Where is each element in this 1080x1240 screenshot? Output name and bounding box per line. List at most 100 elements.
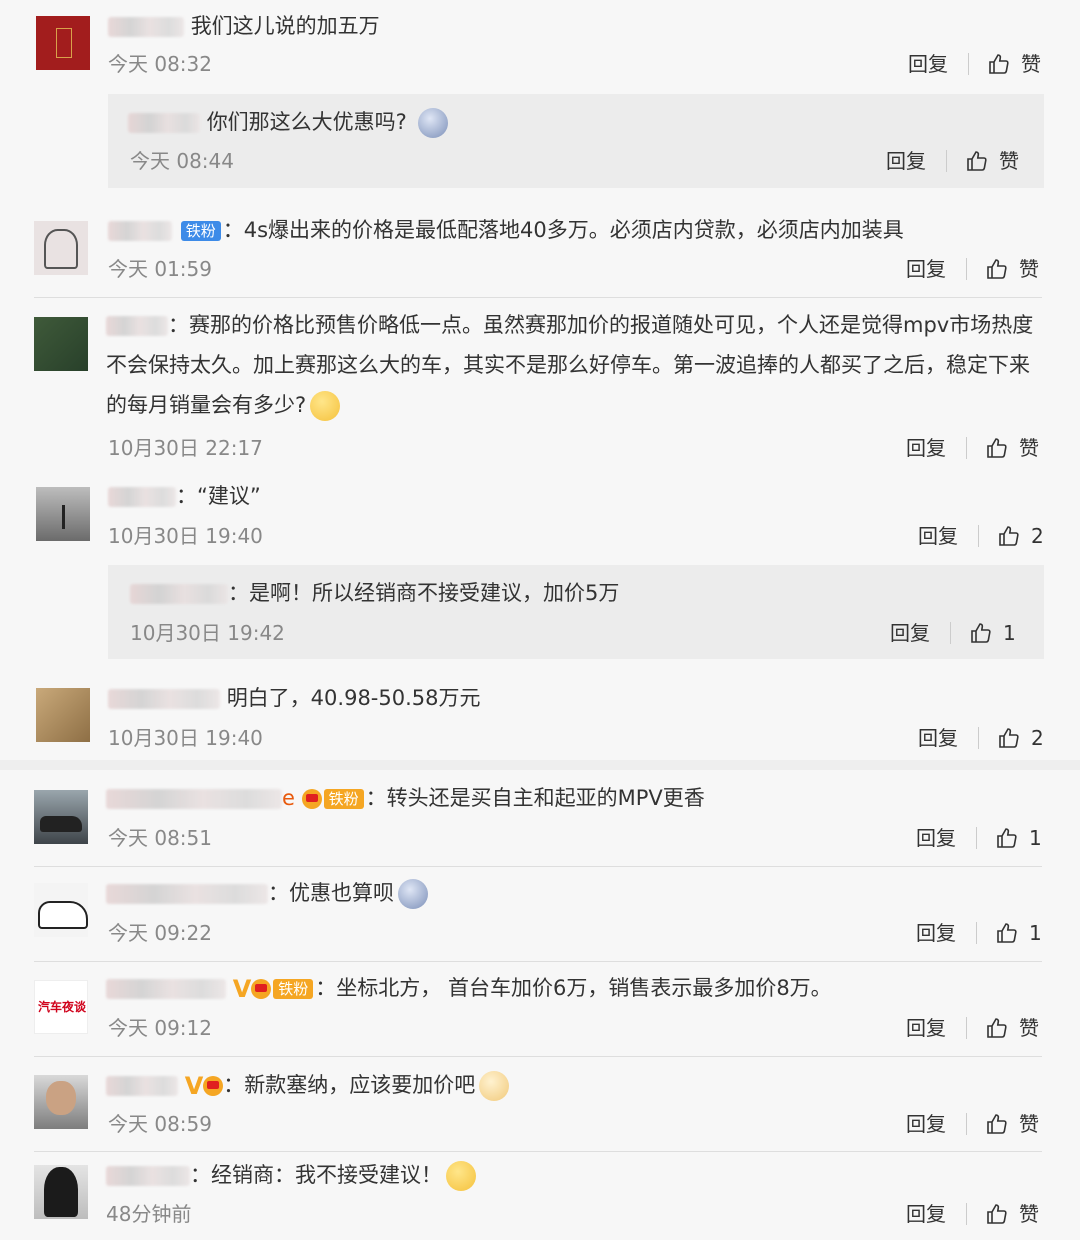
username-blurred[interactable]	[106, 1076, 178, 1096]
username-blurred[interactable]	[108, 17, 184, 37]
comment-time: 今天 08:32	[108, 52, 212, 76]
like-label: 赞	[1019, 1016, 1039, 1040]
reply-button[interactable]: 回复	[906, 434, 946, 462]
comment-list: 我们这儿说的加五万 今天 08:32 回复 赞 你们那这么大优惠吗? 今天 08…	[0, 0, 1080, 1240]
comment-time: 10月30日 19:40	[108, 726, 263, 750]
like-button[interactable]: 2	[997, 522, 1044, 550]
divider	[946, 150, 947, 172]
comment-text: “建议”	[197, 484, 261, 508]
thumbs-up-icon	[987, 1114, 1007, 1134]
like-button[interactable]: 赞	[985, 434, 1039, 462]
reply-button[interactable]: 回复	[916, 919, 956, 947]
avatar[interactable]	[34, 1165, 88, 1219]
fan-badge: 铁粉	[180, 221, 221, 241]
like-button[interactable]: 赞	[985, 255, 1039, 283]
reply-button[interactable]: 回复	[918, 724, 958, 752]
reply-button[interactable]: 回复	[890, 619, 930, 647]
divider	[966, 1017, 967, 1039]
username-blurred[interactable]	[108, 689, 220, 709]
divider	[978, 727, 979, 749]
reply-button[interactable]: 回复	[908, 50, 948, 78]
avatar[interactable]: 汽车夜谈	[34, 980, 88, 1034]
comment-item: ：“建议” 10月30日 19:40 回复 2 ：是啊！所以经销商不接受建议，加…	[0, 475, 1080, 665]
fan-badge: 铁粉	[323, 789, 364, 809]
like-button[interactable]: 赞	[985, 1200, 1039, 1228]
thumbs-up-icon	[999, 728, 1019, 748]
comment-item: 明白了，40.98-50.58万元 10月30日 19:40 回复 2	[0, 678, 1080, 758]
like-button[interactable]: 赞	[985, 1110, 1039, 1138]
comment-time: 10月30日 19:40	[108, 524, 263, 548]
thumbs-up-icon	[987, 1018, 1007, 1038]
reply-box: ：是啊！所以经销商不接受建议，加价5万 10月30日 19:42 回复 1	[108, 565, 1044, 659]
like-count: 2	[1031, 726, 1044, 750]
comment-time: 今天 08:51	[108, 826, 212, 850]
thumbs-up-icon	[997, 828, 1017, 848]
reply-button[interactable]: 回复	[886, 147, 926, 175]
comment-time: 10月30日 22:17	[108, 436, 263, 460]
comment-text: 我们这儿说的加五万	[190, 14, 380, 38]
laughing-emoji-icon	[310, 391, 341, 421]
divider	[966, 437, 967, 459]
divider	[34, 1056, 1042, 1057]
like-button[interactable]: 赞	[987, 50, 1041, 78]
avatar[interactable]	[34, 790, 88, 844]
reply-button[interactable]: 回复	[906, 1014, 946, 1042]
reply-text: 是啊！所以经销商不接受建议，加价5万	[249, 581, 620, 605]
verified-v-icon: V	[184, 1072, 204, 1100]
reply-button[interactable]: 回复	[918, 522, 958, 550]
thumbs-up-icon	[997, 923, 1017, 943]
divider	[34, 297, 1042, 298]
divider	[34, 1151, 1042, 1152]
username-blurred[interactable]	[130, 584, 228, 604]
avatar[interactable]	[36, 16, 90, 70]
comment-text: 新款塞纳，应该要加价吧	[244, 1073, 476, 1097]
avatar[interactable]	[34, 317, 88, 371]
like-button[interactable]: 1	[995, 919, 1042, 947]
username-tail[interactable]: e	[282, 786, 295, 810]
divider	[968, 53, 969, 75]
avatar[interactable]	[34, 883, 88, 937]
comment-time: 今天 08:59	[108, 1112, 212, 1136]
vip-crown-icon	[251, 979, 272, 999]
username-blurred[interactable]	[128, 113, 200, 133]
divider	[976, 922, 977, 944]
like-label: 赞	[1019, 1202, 1039, 1226]
username-blurred[interactable]	[108, 487, 176, 507]
username-blurred[interactable]	[106, 789, 282, 809]
username-blurred[interactable]	[108, 221, 172, 241]
avatar-text: 汽车夜谈	[37, 1000, 86, 1014]
like-label: 赞	[1019, 257, 1039, 281]
thumbs-up-icon	[989, 54, 1009, 74]
like-button[interactable]: 2	[997, 724, 1044, 752]
avatar[interactable]	[34, 1075, 88, 1129]
avatar[interactable]	[36, 487, 90, 541]
comment-text: 经销商：我不接受建议！	[211, 1163, 442, 1187]
like-label: 赞	[999, 149, 1019, 173]
like-button[interactable]: 赞	[965, 147, 1019, 175]
avatar[interactable]	[34, 221, 88, 275]
thumbs-up-icon	[987, 438, 1007, 458]
comment-text: 赛那的价格比预售价略低一点。虽然赛那加价的报道随处可见，个人还是觉得mpv市场热…	[106, 313, 1034, 417]
divider	[976, 827, 977, 849]
username-blurred[interactable]	[106, 884, 268, 904]
reply-button[interactable]: 回复	[906, 1200, 946, 1228]
username-blurred[interactable]	[106, 979, 226, 999]
comment-item: ：赛那的价格比预售价略低一点。虽然赛那加价的报道随处可见，个人还是觉得mpv市场…	[0, 305, 1080, 470]
surprised-emoji-icon	[417, 108, 448, 138]
reply-button[interactable]: 回复	[916, 824, 956, 852]
comment-item: ：经销商：我不接受建议！ 48分钟前 回复 赞	[0, 1155, 1080, 1240]
comment-item: ：优惠也算呗 今天 09:22 回复 1	[0, 873, 1080, 963]
divider	[966, 1113, 967, 1135]
username-blurred[interactable]	[106, 316, 168, 336]
like-button[interactable]: 1	[969, 619, 1016, 647]
reply-button[interactable]: 回复	[906, 1110, 946, 1138]
reply-button[interactable]: 回复	[906, 255, 946, 283]
thumbs-up-icon	[987, 259, 1007, 279]
username-blurred[interactable]	[106, 1166, 190, 1186]
reply-box: 你们那这么大优惠吗? 今天 08:44 回复 赞	[108, 94, 1044, 188]
like-button[interactable]: 1	[995, 824, 1042, 852]
avatar[interactable]	[36, 688, 90, 742]
like-button[interactable]: 赞	[985, 1014, 1039, 1042]
surprised-emoji-icon	[398, 879, 428, 909]
vip-crown-icon	[301, 789, 322, 809]
